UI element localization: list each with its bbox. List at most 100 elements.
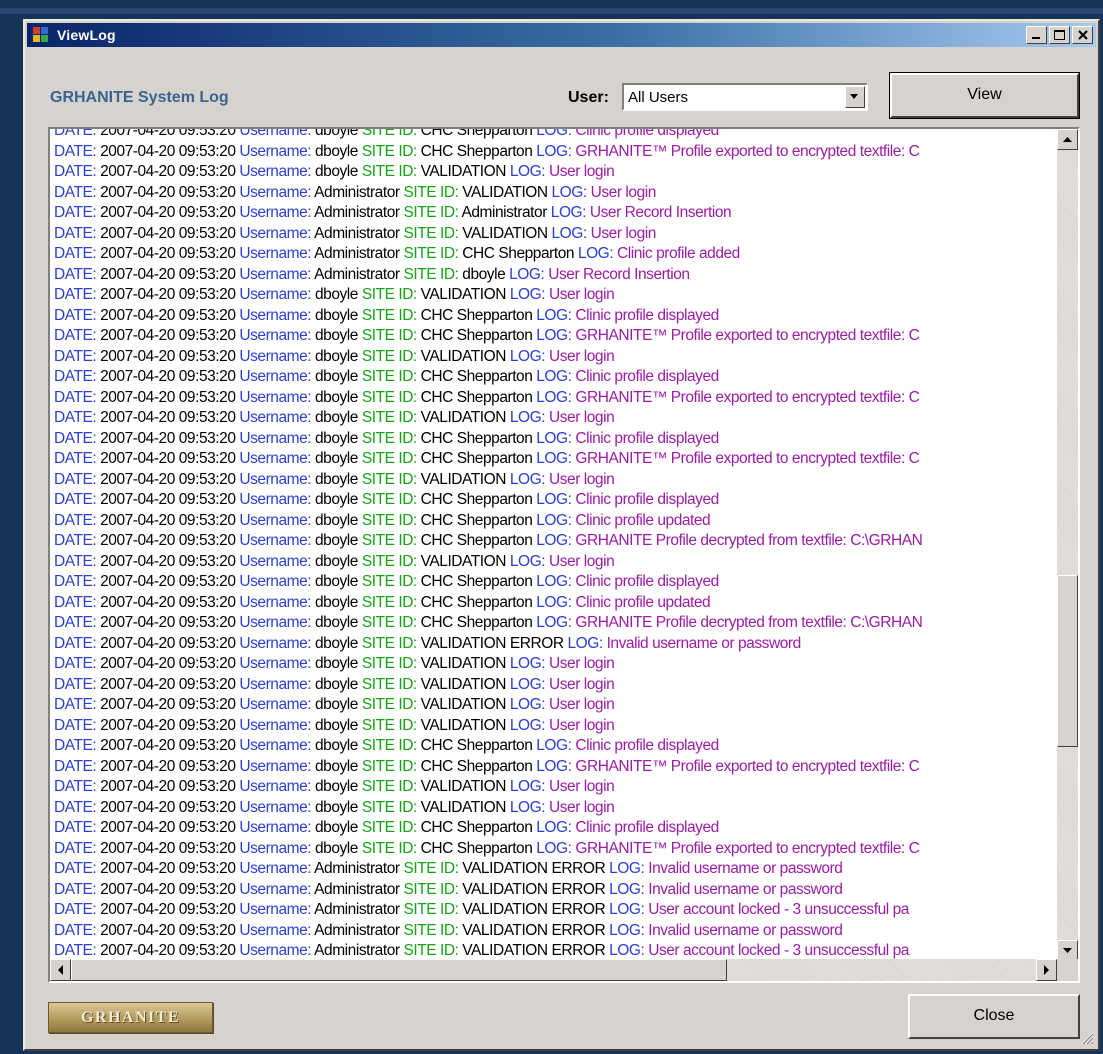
date-label: DATE: xyxy=(54,409,97,426)
site-id-label: SITE ID: xyxy=(403,265,459,283)
log-label: LOG: xyxy=(536,839,572,857)
log-date: 2007-04-20 09:53:20 xyxy=(100,778,236,795)
log-date: 2007-04-20 09:53:20 xyxy=(100,129,236,139)
close-window-button[interactable] xyxy=(1072,26,1093,44)
date-label: DATE: xyxy=(54,163,97,180)
log-entry: DATE: 2007-04-20 09:53:20 Username: dboy… xyxy=(54,326,922,347)
log-label: LOG: xyxy=(536,450,572,467)
log-date: 2007-04-20 09:53:20 xyxy=(100,614,236,631)
log-entry: DATE: 2007-04-20 09:53:20 Username: Admi… xyxy=(54,941,922,961)
log-site-id: CHC Shepparton xyxy=(462,245,575,262)
username-label: Username: xyxy=(239,409,312,426)
site-id-label: SITE ID: xyxy=(403,860,459,877)
view-button[interactable]: View xyxy=(889,72,1080,119)
log-message: User Record Insertion xyxy=(548,265,690,283)
user-select[interactable]: All Users xyxy=(622,83,868,111)
log-entry: DATE: 2007-04-20 09:53:20 Username: Admi… xyxy=(54,859,922,880)
username-label: Username: xyxy=(239,655,312,672)
log-site-id: VALIDATION xyxy=(420,470,507,488)
date-label: DATE: xyxy=(54,368,97,385)
log-message: Clinic profile displayed xyxy=(575,819,719,836)
date-label: DATE: xyxy=(54,634,97,652)
log-message: User account locked - 3 unsuccessful pa xyxy=(648,901,909,918)
scroll-left-button[interactable] xyxy=(50,959,71,981)
minimize-button[interactable] xyxy=(1026,26,1047,44)
scroll-down-button[interactable] xyxy=(1057,940,1078,961)
username-label: Username: xyxy=(239,634,312,652)
log-date: 2007-04-20 09:53:20 xyxy=(100,409,236,426)
log-message: Clinic profile displayed xyxy=(575,129,719,139)
log-site-id: CHC Shepparton xyxy=(420,737,533,754)
log-label: LOG: xyxy=(509,163,546,180)
log-label: LOG: xyxy=(536,511,572,529)
site-id-label: SITE ID: xyxy=(361,470,417,488)
date-label: DATE: xyxy=(54,129,97,139)
log-date: 2007-04-20 09:53:20 xyxy=(100,942,236,959)
log-site-id: VALIDATION ERROR xyxy=(462,860,606,877)
log-username: Administrator xyxy=(314,204,400,221)
log-message: Invalid username or password xyxy=(648,921,843,939)
vertical-scroll-thumb[interactable] xyxy=(1057,575,1078,747)
maximize-button[interactable] xyxy=(1049,26,1070,44)
log-username: dboyle xyxy=(314,450,358,467)
log-label: LOG: xyxy=(536,368,572,385)
vertical-scrollbar[interactable] xyxy=(1057,129,1078,961)
log-site-id: VALIDATION xyxy=(420,696,507,713)
log-message: GRHANITE Profile decrypted from textfile… xyxy=(575,532,923,549)
log-message: User account locked - 3 unsuccessful pa xyxy=(648,942,909,959)
log-message: User login xyxy=(590,224,657,242)
close-button[interactable]: Close xyxy=(908,994,1080,1039)
user-select-dropdown-button[interactable] xyxy=(845,86,865,108)
log-username: dboyle xyxy=(314,142,358,160)
username-label: Username: xyxy=(239,470,312,488)
date-label: DATE: xyxy=(54,593,97,611)
log-message: User login xyxy=(548,286,615,303)
scroll-right-button[interactable] xyxy=(1036,959,1057,981)
log-label: LOG: xyxy=(536,819,572,836)
log-message: User login xyxy=(548,163,615,180)
log-date: 2007-04-20 09:53:20 xyxy=(100,655,236,672)
log-entry: DATE: 2007-04-20 09:53:20 Username: Admi… xyxy=(54,880,922,901)
log-site-id: VALIDATION xyxy=(462,224,548,242)
scroll-up-button[interactable] xyxy=(1057,129,1078,150)
site-id-label: SITE ID: xyxy=(361,450,417,467)
resize-grip-icon[interactable] xyxy=(1080,1031,1094,1045)
log-entry: DATE: 2007-04-20 09:53:20 Username: dboy… xyxy=(54,367,922,388)
log-username: dboyle xyxy=(314,839,358,857)
log-label: LOG: xyxy=(536,573,572,590)
log-entry: DATE: 2007-04-20 09:53:20 Username: dboy… xyxy=(54,142,922,163)
log-label: LOG: xyxy=(536,593,572,611)
username-label: Username: xyxy=(239,839,312,857)
log-date: 2007-04-20 09:53:20 xyxy=(100,183,236,201)
title-bar[interactable]: ViewLog xyxy=(27,23,1096,47)
log-textbox[interactable]: DATE: 2007-04-20 09:53:20 Username: dboy… xyxy=(48,127,1080,983)
log-entry: DATE: 2007-04-20 09:53:20 Username: dboy… xyxy=(54,429,922,450)
log-date: 2007-04-20 09:53:20 xyxy=(100,286,236,303)
log-username: Administrator xyxy=(314,901,400,918)
horizontal-scroll-thumb[interactable] xyxy=(71,959,727,981)
username-label: Username: xyxy=(239,129,312,139)
log-entry: DATE: 2007-04-20 09:53:20 Username: dboy… xyxy=(54,777,922,798)
log-entry: DATE: 2007-04-20 09:53:20 Username: dboy… xyxy=(54,695,922,716)
site-id-label: SITE ID: xyxy=(361,696,417,713)
site-id-label: SITE ID: xyxy=(361,819,417,836)
log-message: Clinic profile displayed xyxy=(575,368,719,385)
date-label: DATE: xyxy=(54,655,97,672)
site-id-label: SITE ID: xyxy=(403,224,459,242)
log-site-id: VALIDATION ERROR xyxy=(420,634,564,652)
site-id-label: SITE ID: xyxy=(361,737,417,754)
chevron-right-icon xyxy=(1044,965,1049,975)
horizontal-scrollbar[interactable] xyxy=(50,959,1057,981)
log-username: dboyle xyxy=(314,675,358,693)
chevron-down-icon xyxy=(1063,948,1072,953)
log-message: User login xyxy=(548,347,615,365)
log-entry: DATE: 2007-04-20 09:53:20 Username: dboy… xyxy=(54,818,922,839)
grhanite-logo: GRHANITE xyxy=(48,1002,213,1033)
site-id-label: SITE ID: xyxy=(361,839,417,857)
log-username: dboyle xyxy=(314,129,358,139)
log-username: dboyle xyxy=(314,593,358,611)
log-username: dboyle xyxy=(314,470,358,488)
log-label: LOG: xyxy=(509,655,546,672)
username-label: Username: xyxy=(239,204,312,221)
log-message: GRHANITE™ Profile exported to encrypted … xyxy=(575,450,920,467)
